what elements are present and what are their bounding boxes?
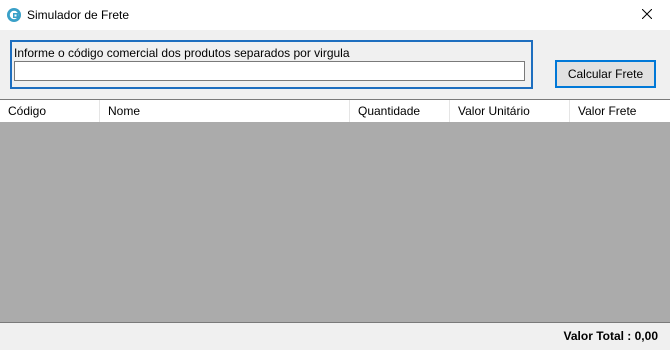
close-icon: [641, 8, 653, 22]
app-logo-icon: [6, 7, 22, 23]
input-panel: Informe o código comercial dos produtos …: [0, 30, 670, 99]
footer-bar: Valor Total : 0,00: [0, 323, 670, 350]
column-header-valor-frete[interactable]: Valor Frete: [570, 100, 670, 122]
close-button[interactable]: [624, 0, 670, 30]
product-codes-label: Informe o código comercial dos produtos …: [14, 46, 350, 60]
product-codes-group: Informe o código comercial dos produtos …: [10, 40, 533, 89]
grid-body-empty: [0, 122, 670, 322]
title-bar: Simulador de Frete: [0, 0, 670, 30]
product-codes-input[interactable]: [14, 61, 525, 81]
grid-header: Código Nome Quantidade Valor Unitário Va…: [0, 100, 670, 122]
window-title: Simulador de Frete: [27, 8, 130, 22]
column-header-quantidade[interactable]: Quantidade: [350, 100, 450, 122]
column-header-nome[interactable]: Nome: [100, 100, 350, 122]
products-grid[interactable]: Código Nome Quantidade Valor Unitário Va…: [0, 99, 670, 323]
column-header-valor-unitario[interactable]: Valor Unitário: [450, 100, 570, 122]
calculate-freight-button[interactable]: Calcular Frete: [555, 60, 656, 88]
total-value-label: Valor Total : 0,00: [563, 329, 658, 343]
column-header-codigo[interactable]: Código: [0, 100, 100, 122]
